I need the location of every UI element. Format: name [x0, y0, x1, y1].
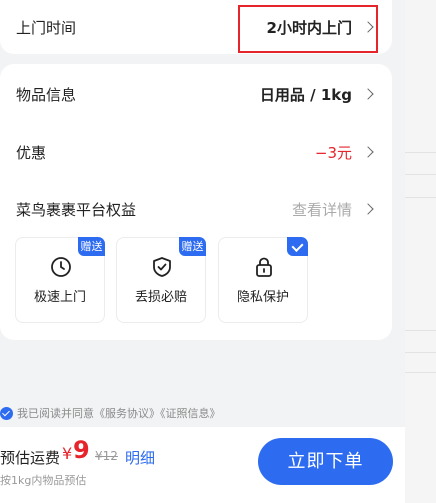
submit-order-button[interactable]: 立即下单 — [258, 438, 393, 485]
chevron-right-icon — [362, 146, 374, 158]
order-info-card: 物品信息 日用品 / 1kg 优惠 −3元 菜鸟裹裹平台权益 查看详情 极速上门… — [0, 64, 392, 340]
price-detail-link[interactable]: 明细 — [125, 447, 155, 468]
chevron-right-icon — [362, 88, 374, 100]
agreement-checkbox[interactable] — [0, 406, 13, 420]
agreement-text[interactable]: 我已阅读并同意《服务协议》《证照信息》 — [17, 405, 221, 421]
selected-check-badge — [287, 237, 308, 256]
benefit-label: 丢损必赔 — [134, 290, 187, 305]
pickup-time-card[interactable]: 上门时间 2小时内上门 — [0, 0, 392, 54]
benefit-label: 极速上门 — [33, 290, 86, 305]
benefit-fast-pickup[interactable]: 极速上门 赠送 — [15, 237, 105, 323]
platform-rights-label: 菜鸟裹裹平台权益 — [16, 201, 137, 219]
price-note: 按1kg内物品预估 — [0, 474, 87, 487]
benefit-label: 隐私保护 — [236, 290, 289, 305]
discount-label: 优惠 — [16, 144, 47, 162]
chevron-right-icon — [362, 203, 374, 215]
background-page-edge — [405, 0, 436, 503]
agreement-row[interactable]: 我已阅读并同意《服务协议》《证照信息》 — [0, 399, 405, 427]
estimated-fee-label: 预估运费 — [0, 449, 61, 467]
clock-icon — [51, 257, 71, 277]
price-value: 9 — [73, 436, 90, 464]
bottom-bar: 预估运费 ¥ 9 ¥12 明细 按1kg内物品预估 立即下单 — [0, 427, 405, 503]
pickup-time-label: 上门时间 — [16, 19, 77, 37]
item-info-label: 物品信息 — [16, 86, 77, 104]
benefit-loss-compensation[interactable]: 丢损必赔 赠送 — [116, 237, 206, 323]
view-details-link[interactable]: 查看详情 — [292, 199, 352, 220]
discount-value: −3元 — [314, 144, 352, 162]
gift-badge: 赠送 — [78, 237, 105, 256]
item-info-value: 日用品 / 1kg — [259, 86, 352, 104]
original-price: ¥12 — [95, 449, 118, 463]
lock-icon — [256, 257, 272, 277]
currency-symbol: ¥ — [62, 444, 73, 463]
gift-badge: 赠送 — [179, 237, 206, 256]
highlight-box — [238, 5, 378, 53]
benefit-privacy-protection[interactable]: 隐私保护 — [218, 237, 308, 323]
shield-check-icon — [153, 257, 171, 277]
